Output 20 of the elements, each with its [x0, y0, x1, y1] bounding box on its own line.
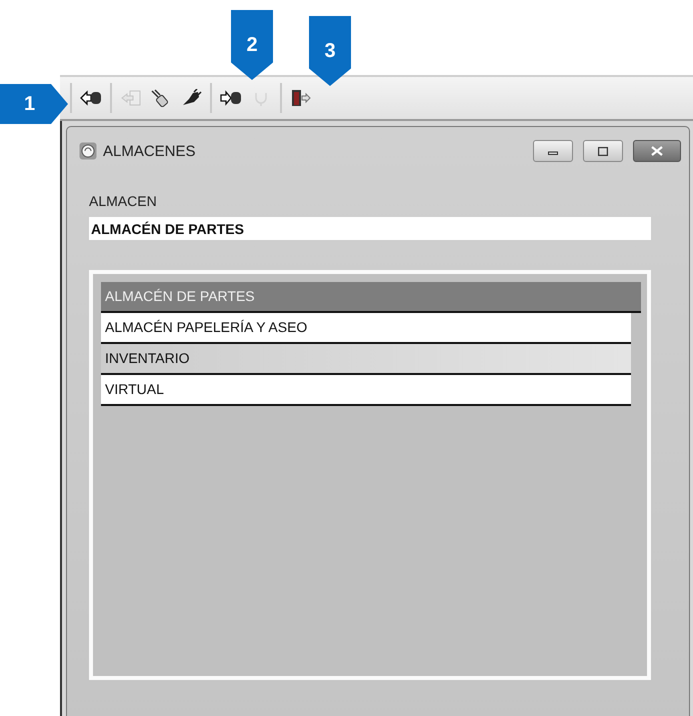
close-button[interactable] — [633, 140, 681, 162]
callout-marker: 3 — [309, 16, 351, 86]
callout-marker: 1 — [0, 84, 68, 124]
list-item[interactable]: ALMACÉN PAPELERÍA Y ASEO — [101, 313, 631, 344]
minimize-button[interactable] — [533, 140, 573, 162]
field-label: ALMACEN — [89, 193, 158, 209]
app-icon — [79, 142, 97, 160]
input-field[interactable]: ALMACÉN DE PARTES — [89, 217, 651, 240]
maximize-icon — [598, 146, 608, 156]
door-exit-icon — [290, 89, 312, 107]
maximize-button[interactable] — [583, 140, 623, 162]
arrow-into-box-icon — [120, 89, 142, 107]
window-title: ALMACENES — [103, 142, 196, 160]
arrow-left-icon — [80, 89, 102, 107]
list-item[interactable]: ALMACÉN DE PARTES — [101, 282, 641, 313]
close-icon — [650, 146, 664, 156]
callout-marker: 2 — [231, 10, 273, 80]
list-item[interactable]: INVENTARIO — [101, 344, 631, 375]
list-item[interactable]: VIRTUAL — [101, 375, 631, 406]
arrow-right-icon — [220, 89, 242, 107]
